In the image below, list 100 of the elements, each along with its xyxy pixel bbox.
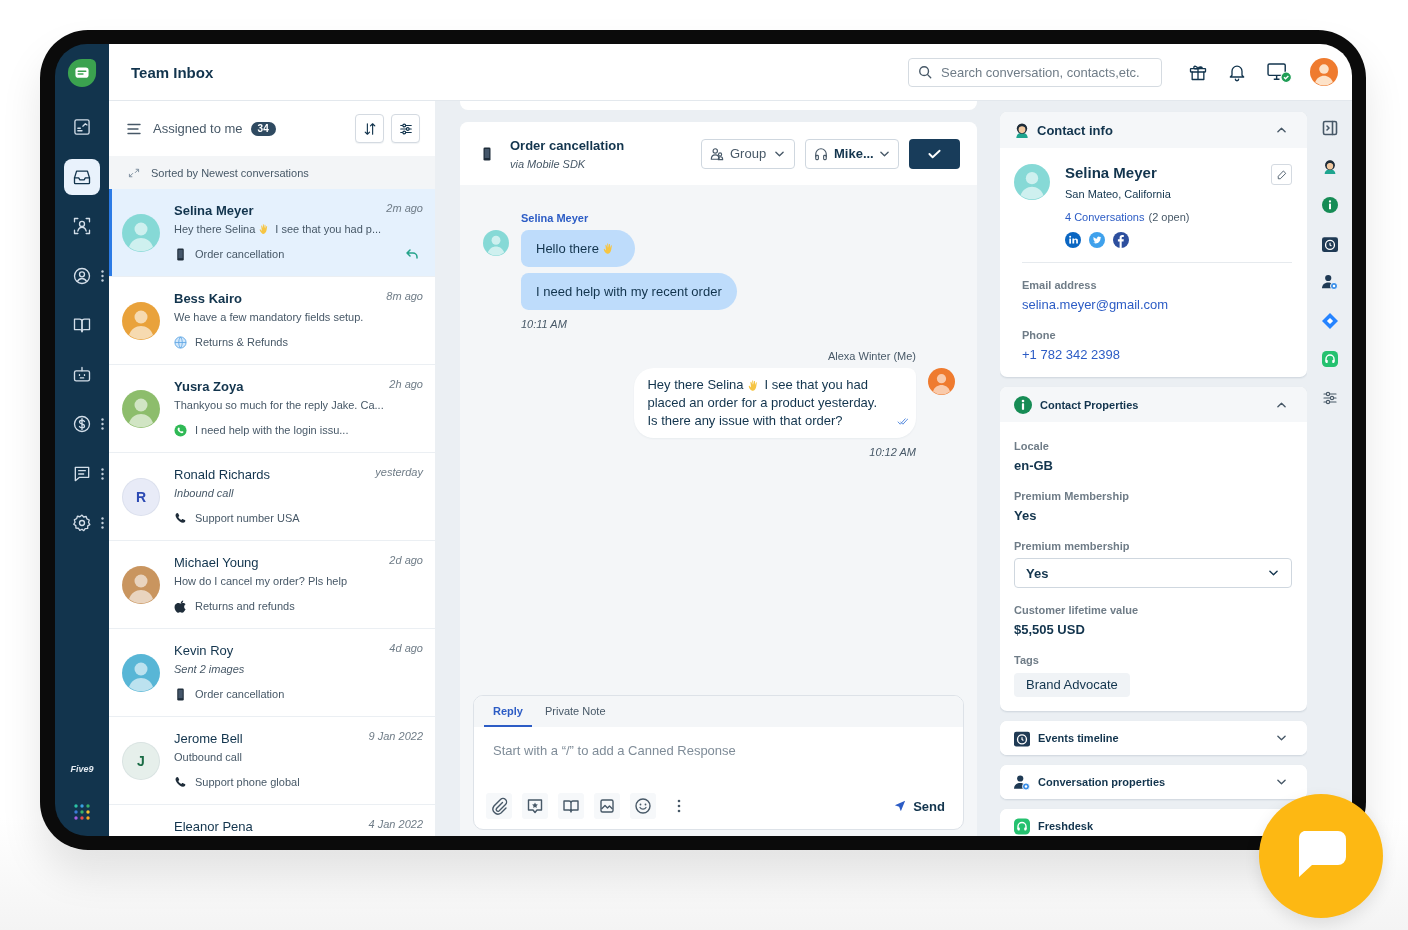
composer-panel[interactable]: Reply Private Note Start with a “/” to add a Canned Response Send: [473, 695, 964, 830]
topic-label: I need help with the login issu...: [195, 424, 349, 436]
tag-chip[interactable]: Brand Advocate: [1014, 673, 1130, 697]
field-label: Premium Membership: [1014, 490, 1129, 503]
message-text: placed an order for a product yesterday.: [647, 394, 877, 412]
sort-note: Sorted by Newest conversations: [151, 166, 309, 179]
more-icon[interactable]: [677, 799, 681, 813]
sliders-icon: [398, 121, 413, 136]
person-icon: [1014, 121, 1030, 139]
pencil-icon: [1276, 169, 1287, 180]
time-label: 8m ago: [386, 289, 423, 303]
message-text: Hello there: [536, 239, 599, 258]
contact-name: Jerome Bell: [174, 730, 243, 747]
person-gear-icon[interactable]: [1321, 274, 1338, 291]
filter-title[interactable]: Assigned to me: [153, 121, 243, 136]
conversation-item[interactable]: Selina Meyer 2m ago Hey there Selina I see that you had p... Order cancellation: [109, 189, 435, 277]
conversations-link[interactable]: 4 Conversations: [1065, 210, 1145, 224]
search-input[interactable]: Search conversation, contacts,etc.: [941, 63, 1152, 81]
section-header[interactable]: Contact Properties: [1000, 387, 1307, 422]
star-bubble-icon[interactable]: [522, 793, 548, 819]
section-title: Contact Properties: [1040, 398, 1139, 411]
chevron-down-icon[interactable]: [1277, 779, 1286, 785]
chevron-down-icon: [775, 150, 784, 157]
field-value[interactable]: selina.meyer@gmail.com: [1022, 297, 1169, 313]
author-name: Selina Meyer: [521, 212, 589, 225]
person-gear-icon: [1014, 773, 1030, 791]
time-label: 4 Jan 2022: [368, 817, 423, 831]
apps-grid-icon[interactable]: [74, 804, 90, 820]
more-icon[interactable]: [101, 467, 104, 480]
message-preview: Inbound call: [174, 486, 234, 501]
robot-icon: [72, 364, 92, 385]
alarm-clock-icon[interactable]: [1321, 235, 1338, 252]
message-preview: Sent 2 images: [174, 662, 245, 677]
field-value: $5,505 USD: [1014, 622, 1085, 638]
smiley-icon[interactable]: [630, 793, 656, 819]
topic-label: Order cancellation: [195, 688, 285, 700]
page-title: Team Inbox: [131, 63, 214, 81]
more-icon[interactable]: [101, 418, 104, 430]
phone-icon: [174, 511, 187, 525]
field-label: Phone: [1022, 329, 1056, 342]
message-preview: Hey there Selina: [174, 222, 256, 237]
select-field[interactable]: Yes: [1014, 558, 1292, 588]
more-icon[interactable]: [101, 517, 104, 529]
more-icon[interactable]: [101, 269, 104, 282]
message-preview: How do I cancel my order? Pls help: [174, 574, 348, 589]
panel-toggle-icon[interactable]: [1321, 120, 1338, 137]
chevron-up-icon[interactable]: [1277, 127, 1286, 133]
composer-tab[interactable]: Private Note: [535, 696, 615, 727]
message-text: Is there any issue with that order?: [647, 412, 843, 430]
info-icon: [1014, 395, 1032, 414]
nav-item[interactable]: [64, 158, 100, 195]
avatar-initial: R: [122, 477, 160, 516]
book-icon[interactable]: [558, 793, 584, 819]
sliders-icon[interactable]: [1321, 389, 1338, 406]
topic-label: Order cancellation: [195, 248, 285, 260]
chat-bubble-icon: [1296, 831, 1346, 877]
group-icon: [710, 146, 724, 161]
conversation-title: Order cancellation: [510, 136, 625, 154]
menu-icon[interactable]: [127, 122, 141, 135]
contact-name: Bess Kairo: [174, 290, 242, 307]
sort-icon: [362, 121, 377, 136]
section-header[interactable]: Events timeline: [1000, 721, 1307, 755]
contact-name: Ronald Richards: [174, 466, 271, 483]
info-icon[interactable]: [1321, 197, 1338, 214]
facebook-icon[interactable]: [1113, 232, 1129, 248]
sort-button[interactable]: [355, 114, 384, 143]
edit-button[interactable]: [1271, 164, 1292, 185]
partner-logo[interactable]: Five9: [70, 764, 94, 775]
diamond-icon[interactable]: [1321, 312, 1338, 329]
globe-icon: [174, 335, 187, 349]
filter-button[interactable]: [391, 114, 420, 143]
resolve-button[interactable]: [909, 138, 960, 169]
chevron-up-icon[interactable]: [1277, 401, 1286, 408]
chevron-down-icon: [1269, 570, 1278, 576]
topic-label: Returns & Refunds: [195, 336, 288, 348]
contact-name: Eleanor Pena: [174, 818, 253, 835]
settings-icon: [72, 513, 92, 533]
linkedin-icon[interactable]: [1065, 232, 1081, 248]
field-label: Locale: [1014, 440, 1049, 453]
avatar-icon[interactable]: [1310, 58, 1338, 86]
send-icon: [894, 800, 907, 812]
search-field[interactable]: Search conversation, contacts,etc.: [908, 57, 1162, 87]
bird-icon[interactable]: [1089, 232, 1105, 248]
section-header[interactable]: Freshdesk: [1000, 809, 1102, 836]
agent-dropdown[interactable]: Mike...: [805, 138, 899, 169]
message-text: I see that you had: [764, 376, 868, 394]
time-label: 4d ago: [389, 641, 423, 655]
section-header[interactable]: Conversation properties: [1000, 765, 1307, 799]
chevron-down-icon[interactable]: [1277, 735, 1286, 741]
phone-bubble-icon: [174, 423, 187, 437]
message-preview: Outbound call: [174, 750, 242, 765]
field-value[interactable]: +1 782 342 2398: [1022, 347, 1120, 363]
send-button[interactable]: Send: [894, 798, 945, 814]
section-header[interactable]: Contact info: [1000, 112, 1307, 148]
paperclip-icon[interactable]: [486, 793, 512, 819]
chevron-down-icon: [879, 150, 889, 157]
image-icon[interactable]: [594, 793, 620, 819]
group-dropdown[interactable]: Group: [701, 138, 795, 169]
check-icon: [928, 148, 941, 159]
monitor-check-icon[interactable]: [1267, 61, 1292, 83]
